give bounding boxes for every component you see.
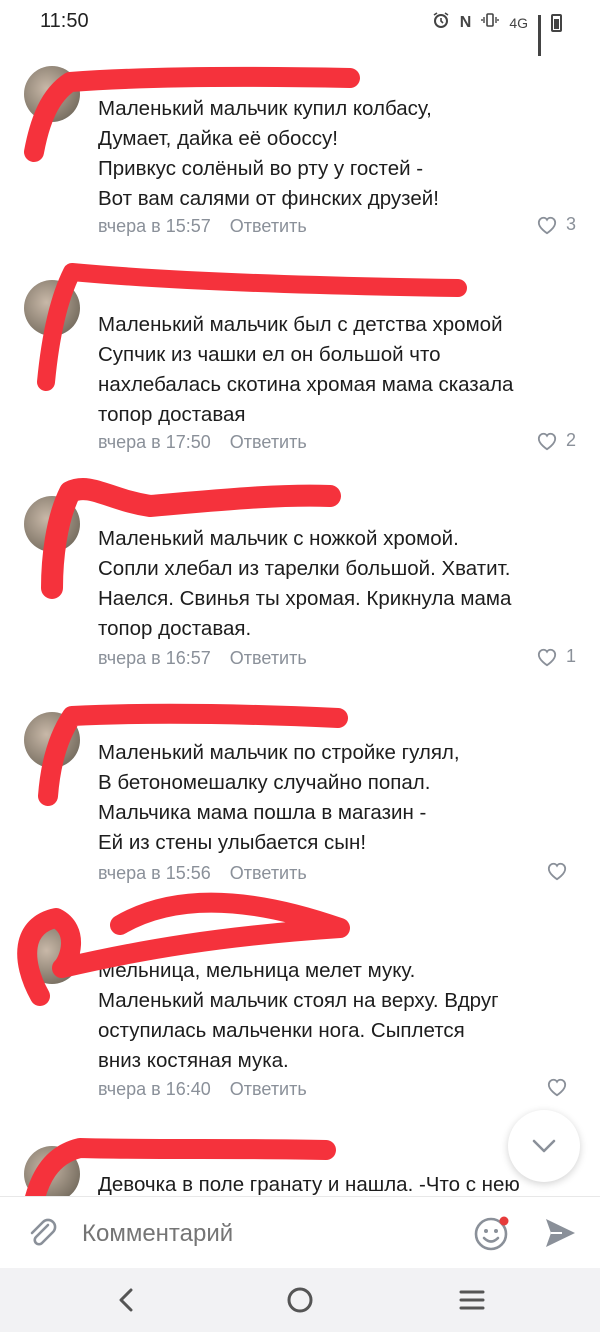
status-time: 11:50: [40, 10, 89, 32]
comment-line: Мальчика мама пошла в магазин -: [98, 801, 427, 824]
like-button[interactable]: [546, 861, 576, 881]
comment-meta: вчера в 16:57 Ответить: [98, 648, 307, 669]
comment-line: топор доставая: [98, 403, 246, 426]
comment-line: топор доставая.: [98, 617, 252, 640]
chevron-down-icon: [532, 1139, 556, 1153]
comment-time: вчера в 17:50: [98, 432, 211, 452]
paperclip-icon[interactable]: [24, 1215, 60, 1256]
battery-icon: [551, 13, 562, 32]
reply-button[interactable]: Ответить: [230, 1079, 307, 1099]
like-button[interactable]: 2: [536, 430, 576, 451]
vibrate-icon: [481, 11, 500, 34]
comment-line: нахлебалась скотина хромая мама сказала: [98, 373, 514, 396]
signal-icon: [538, 14, 541, 56]
comment-line: В бетономешалку случайно попал.: [98, 771, 431, 794]
comment-line: Привкус солёный во рту у гостей -: [98, 157, 424, 180]
like-button[interactable]: [546, 1077, 576, 1097]
comment-time: вчера в 16:40: [98, 1079, 211, 1099]
reply-button[interactable]: Ответить: [230, 432, 307, 452]
system-nav-bar: [0, 1268, 600, 1332]
comment-meta: вчера в 15:57 Ответить: [98, 216, 307, 237]
heart-outline-icon: [537, 216, 557, 234]
menu-lines-icon[interactable]: [458, 1286, 486, 1319]
heart-outline-icon: [537, 432, 557, 450]
like-count: 2: [565, 430, 576, 450]
comment-composer: [0, 1196, 600, 1269]
home-circle-icon[interactable]: [286, 1286, 314, 1319]
comment-author[interactable]: Павлов: [180, 68, 249, 91]
like-button[interactable]: 3: [536, 214, 576, 235]
avatar[interactable]: [24, 1146, 80, 1196]
comment-text: Девочка в поле гранату и нашла. -Что с н…: [98, 1170, 578, 1196]
comment-line: Наелся. Свинья ты хромая. Крикнула мама: [98, 587, 512, 610]
comment-line: Мельница, мельница мелет муку.: [98, 959, 416, 982]
status-bar: 11:50 N 4G: [0, 0, 600, 56]
comment-time: вчера в 15:56: [98, 863, 211, 883]
comment-line: Супчик из чашки ел он большой что: [98, 343, 441, 366]
comment-line: Девочка в поле гранату и нашла. -Что с н…: [98, 1173, 520, 1196]
back-chevron-icon[interactable]: [114, 1286, 138, 1319]
like-count: 1: [565, 646, 576, 666]
comment-line: Маленький мальчик купил колбасу,: [98, 97, 432, 120]
comment-line: Ей из стены улыбается сын!: [98, 831, 367, 854]
avatar[interactable]: [24, 280, 80, 336]
comment-input[interactable]: [80, 1211, 454, 1257]
send-icon[interactable]: [542, 1215, 578, 1256]
comment-time: вчера в 15:57: [98, 216, 211, 236]
status-icons: N 4G: [432, 11, 562, 56]
avatar[interactable]: [24, 712, 80, 768]
comment-line: Вот вам салями от финских друзей!: [98, 187, 439, 210]
nfc-icon: N: [459, 13, 472, 31]
comment-line: Маленький мальчик по стройке гулял,: [98, 741, 460, 764]
reply-button[interactable]: Ответить: [230, 216, 307, 236]
comment-time: вчера в 16:57: [98, 648, 211, 668]
comment-line: вниз костяная мука.: [98, 1049, 289, 1072]
comment-line: Маленький мальчик с ножкой хромой.: [98, 527, 459, 550]
comment-line: Маленький мальчик стоял на верху. Вдруг: [98, 989, 499, 1012]
comment-text: Маленький мальчик купил колбасу, Думает,…: [98, 94, 578, 214]
comment-line: Маленький мальчик был с детства хромой: [98, 313, 503, 336]
avatar[interactable]: [24, 928, 80, 984]
comment-line: Сопли хлебал из тарелки большой. Хватит.: [98, 557, 511, 580]
like-button[interactable]: 1: [536, 646, 576, 667]
heart-outline-icon: [547, 862, 567, 881]
comment-text: Мельница, мельница мелет муку. Маленький…: [98, 956, 578, 1076]
avatar[interactable]: [24, 66, 80, 122]
scroll-down-button[interactable]: [508, 1110, 580, 1182]
reply-button[interactable]: Ответить: [230, 648, 307, 668]
comment-meta: вчера в 17:50 Ответить: [98, 432, 307, 453]
network-type: 4G: [509, 14, 528, 31]
notification-dot: [499, 1216, 509, 1226]
comment-meta: вчера в 16:40 Ответить: [98, 1079, 307, 1100]
smiley-icon[interactable]: [472, 1213, 512, 1258]
comment-text: Маленький мальчик с ножкой хромой. Сопли…: [98, 524, 578, 644]
heart-outline-icon: [537, 648, 557, 666]
reply-button[interactable]: Ответить: [230, 863, 307, 883]
comment-text: Маленький мальчик был с детства хромой С…: [98, 310, 578, 430]
comment-line: оступилась мальченки нога. Сыплется: [98, 1019, 465, 1042]
comment-line: Думает, дайка её обоссу!: [98, 127, 338, 150]
comment-text: Маленький мальчик по стройке гулял, В бе…: [98, 738, 578, 858]
heart-outline-icon: [547, 1078, 567, 1097]
comment-meta: вчера в 15:56 Ответить: [98, 863, 307, 884]
avatar[interactable]: [24, 496, 80, 552]
alarm-icon: [432, 11, 450, 34]
like-count: 3: [565, 214, 576, 234]
